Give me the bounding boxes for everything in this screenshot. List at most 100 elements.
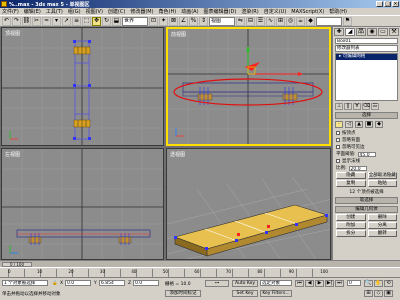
frame-input[interactable]: 0 [347, 280, 361, 286]
minimize-button[interactable]: _ [376, 1, 383, 7]
menu-file[interactable]: 文件(F) [2, 8, 19, 15]
menu-character[interactable]: 角色(H) [159, 8, 177, 15]
menu-modifiers[interactable]: 修改器(M) [130, 8, 153, 15]
unlink-icon[interactable]: ✂ [32, 16, 41, 26]
move-icon[interactable]: ✥ [92, 16, 101, 26]
close-button[interactable]: × [392, 1, 399, 7]
angle-snap-icon[interactable]: ∠ [179, 16, 188, 26]
y-coordinate-input[interactable]: 6.854 [99, 280, 125, 286]
manipulate-icon[interactable]: ✦ [159, 16, 168, 26]
zoom-icon[interactable]: 🔍 [364, 280, 373, 287]
hide-button[interactable]: 隐藏 [336, 172, 366, 179]
detach-button[interactable]: 分离 [367, 222, 397, 229]
scale-icon[interactable]: ⬓ [112, 16, 121, 26]
x-coordinate-input[interactable]: 0.0 [65, 280, 91, 286]
menu-views[interactable]: 视图(V) [86, 8, 103, 15]
create-button[interactable]: 创建 [336, 214, 366, 221]
make-unique-icon[interactable]: ∀ [353, 103, 361, 110]
remove-modifier-icon[interactable]: ⌫ [362, 103, 370, 110]
named-selection-dropdown[interactable]: 视图 [209, 16, 235, 26]
viewport-left[interactable]: 左视图 [1, 148, 164, 260]
render-type-dropdown[interactable] [316, 16, 342, 26]
vertex-icon[interactable]: · [335, 121, 343, 128]
maximize-viewport-icon[interactable]: ▣ [384, 290, 393, 297]
auto-key-button[interactable]: Auto Key [232, 280, 258, 287]
viewport-label-top[interactable]: 顶视图 [5, 30, 20, 37]
layer-icon[interactable]: ☰ [256, 16, 265, 26]
viewport-perspective[interactable]: 透视图 [166, 148, 331, 260]
select-filter-icon[interactable]: ▾ [52, 16, 61, 26]
ignore-backfacing-checkbox[interactable]: 忽略背面 [336, 137, 397, 143]
menu-tools[interactable]: 工具(T) [46, 8, 63, 15]
menu-animation[interactable]: 动画(A) [181, 8, 198, 15]
pin-stack-icon[interactable]: ⊥ [335, 103, 343, 110]
render-scene-icon[interactable]: ☕ [296, 16, 305, 26]
link-icon[interactable]: ⛓ [22, 16, 31, 26]
add-time-tag-button[interactable]: 添加时间标记 [165, 290, 201, 297]
schematic-icon[interactable]: ⊞ [276, 16, 285, 26]
selected-dropdown[interactable]: 选定对象 [260, 280, 292, 286]
viewport-front[interactable]: 前视图 [166, 27, 331, 146]
show-normals-checkbox[interactable]: 显示法线 [336, 158, 397, 164]
redo-icon[interactable]: ↷ [12, 16, 21, 26]
motion-tab[interactable]: ◉ [367, 28, 377, 36]
selection-rollout-header[interactable]: 选择 [335, 112, 398, 119]
by-vertex-checkbox[interactable]: 按顶点 [336, 130, 397, 136]
pan-icon[interactable]: ✋ [374, 280, 383, 287]
key-filters-button[interactable]: Key Filters... [260, 290, 292, 297]
utilities-tab[interactable]: ⚒ [389, 28, 399, 36]
copy-button[interactable]: 复制 [336, 180, 366, 187]
hierarchy-tab[interactable]: 品 [356, 28, 366, 36]
paste-button[interactable]: 粘贴 [367, 180, 397, 187]
bind-icon[interactable]: ≈ [42, 16, 51, 26]
rotate-icon[interactable]: ↻ [102, 16, 111, 26]
viewport-label-left[interactable]: 左视图 [5, 151, 20, 158]
goto-start-icon[interactable]: ⏮ [295, 280, 304, 287]
goto-end-icon[interactable]: ⏭ [335, 280, 344, 287]
quick-render-icon[interactable]: ◆ [306, 16, 315, 26]
next-frame-icon[interactable]: ▶| [325, 280, 334, 287]
percent-snap-icon[interactable]: % [189, 16, 198, 26]
display-tab[interactable]: ▭ [378, 28, 388, 36]
element-icon[interactable]: ◆ [375, 121, 383, 128]
set-key-button[interactable]: Set Key [232, 290, 258, 297]
curve-editor-icon[interactable]: ∿ [266, 16, 275, 26]
soft-selection-rollout-header[interactable]: 软选择 [335, 197, 398, 204]
maximize-button[interactable]: □ [384, 1, 391, 7]
viewport-label-front[interactable]: 前视图 [171, 31, 186, 38]
menu-group[interactable]: 组(G) [68, 8, 81, 15]
pivot-icon[interactable]: ⊡ [149, 16, 158, 26]
configure-sets-icon[interactable]: ☷ [371, 103, 379, 110]
face-icon[interactable]: ▲ [355, 121, 363, 128]
menu-rendering[interactable]: 渲染(R) [241, 8, 258, 15]
planar-threshold-input[interactable]: 45.0 [357, 151, 376, 157]
viewport-top[interactable]: 顶视图 [1, 27, 164, 146]
field-of-view-icon[interactable]: ◇ [374, 290, 383, 297]
undo-icon[interactable]: ↶ [2, 16, 11, 26]
material-editor-icon[interactable]: ◎ [286, 16, 295, 26]
track-bar[interactable]: 0 10 20 30 40 50 60 70 80 90 100 [0, 267, 400, 277]
create-tab[interactable]: ✚ [334, 28, 344, 36]
render-last-icon[interactable]: ⚑ [343, 16, 352, 26]
snap-icon[interactable]: ⊠ [169, 16, 178, 26]
modify-tab[interactable]: ◢ [345, 28, 355, 36]
polygon-icon[interactable]: ■ [365, 121, 373, 128]
time-slider[interactable]: 0 / 100 [2, 261, 32, 267]
object-name-field[interactable]: Box01 [335, 38, 398, 44]
show-end-result-icon[interactable]: ‖ [344, 103, 352, 110]
attach-button[interactable]: 附加 [336, 222, 366, 229]
align-icon[interactable]: ⊟ [246, 16, 255, 26]
ignore-visible-edges-checkbox[interactable]: 忽略可见边 [336, 144, 397, 150]
unhide-all-button[interactable]: 全部取消隐藏 [367, 172, 397, 179]
viewport-label-perspective[interactable]: 透视图 [170, 151, 185, 158]
turn-button[interactable]: 翻转 [367, 230, 397, 237]
menu-create[interactable]: 创建(C) [108, 8, 125, 15]
play-icon[interactable]: ▶ [315, 280, 324, 287]
lock-selection-icon[interactable]: 🔒 [52, 281, 58, 286]
orbit-icon[interactable]: ⟲ [384, 280, 393, 287]
zoom-extents-icon[interactable]: ⊞ [364, 290, 373, 297]
spinner-snap-icon[interactable]: ⇕ [199, 16, 208, 26]
menu-edit[interactable]: 编辑(E) [24, 8, 41, 15]
menu-maxscript[interactable]: MAXScript(X) [291, 9, 324, 15]
edit-geometry-rollout-header[interactable]: 编辑几何体 [335, 206, 398, 213]
